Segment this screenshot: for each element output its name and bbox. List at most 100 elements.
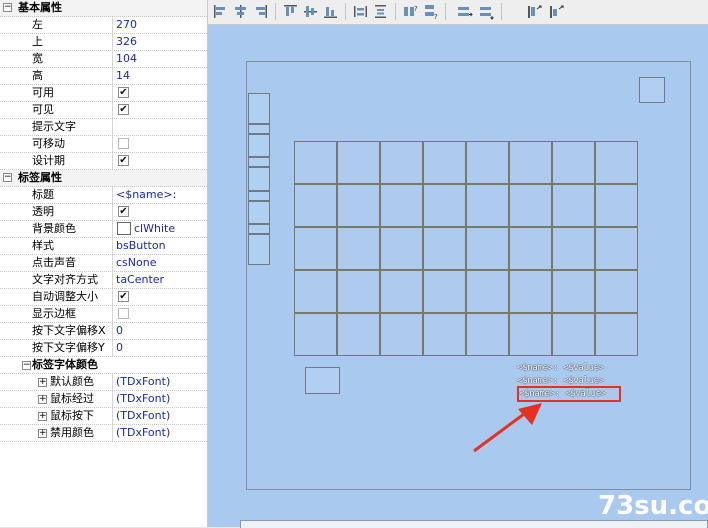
property-row[interactable]: + 禁用颜色 (TDxFont)	[0, 425, 207, 442]
checkbox[interactable]: ✔	[118, 103, 129, 115]
grid-cell[interactable]	[595, 313, 638, 356]
grid-cell[interactable]	[509, 227, 552, 270]
property-row[interactable]: 可移动	[0, 136, 207, 153]
align-top-icon[interactable]	[282, 3, 299, 20]
property-value[interactable]: ✔	[114, 289, 207, 305]
property-row[interactable]: 文字对齐方式 taCenter	[0, 272, 207, 289]
panel-left-8[interactable]	[248, 224, 270, 234]
grid-cell[interactable]	[509, 184, 552, 227]
grid-cell[interactable]	[466, 313, 509, 356]
property-value[interactable]	[114, 119, 207, 135]
property-value[interactable]: 0	[114, 323, 207, 339]
checkbox[interactable]	[118, 307, 129, 319]
property-row[interactable]: 背景颜色 clWhite	[0, 221, 207, 238]
grid-cell[interactable]	[380, 141, 423, 184]
grid-cell[interactable]	[380, 270, 423, 313]
panel-left-5[interactable]	[248, 167, 270, 191]
grid-cell[interactable]	[380, 313, 423, 356]
align-middle-v-icon[interactable]	[302, 3, 319, 20]
grid-cell[interactable]	[466, 270, 509, 313]
space-equal-v-icon[interactable]	[372, 3, 389, 20]
checkbox[interactable]: ✔	[118, 86, 129, 98]
property-value[interactable]	[114, 306, 207, 322]
property-value[interactable]: 326	[114, 34, 207, 50]
property-row[interactable]: 宽 104	[0, 51, 207, 68]
property-value[interactable]: ✔	[114, 85, 207, 101]
property-row[interactable]: + 鼠标经过 (TDxFont)	[0, 391, 207, 408]
property-value[interactable]: ✔	[114, 153, 207, 169]
property-value[interactable]: (TDxFont)	[114, 425, 207, 441]
grid-cell[interactable]	[595, 270, 638, 313]
grid-cell[interactable]	[423, 141, 466, 184]
property-value[interactable]: clWhite	[114, 221, 207, 237]
property-value[interactable]: 14	[114, 68, 207, 84]
align-right-icon[interactable]	[252, 3, 269, 20]
grid-cell[interactable]	[294, 184, 337, 227]
design-canvas[interactable]: <$name>: <$value> <$name>: <$value> <$na…	[208, 25, 708, 528]
grid-cell[interactable]	[337, 313, 380, 356]
align-center-h-icon[interactable]	[232, 3, 249, 20]
grid-cell[interactable]	[294, 227, 337, 270]
property-value[interactable]: 0	[114, 340, 207, 356]
grid-cell[interactable]	[466, 141, 509, 184]
same-height-icon[interactable]	[478, 3, 495, 20]
checkbox[interactable]: ✔	[118, 205, 129, 217]
align-left-icon[interactable]	[212, 3, 229, 20]
property-row[interactable]: 标题 <$name>:	[0, 187, 207, 204]
grid-cell[interactable]	[552, 313, 595, 356]
property-value[interactable]: bsButton	[114, 238, 207, 254]
send-back-icon[interactable]	[548, 3, 565, 20]
grid-cell[interactable]	[595, 141, 638, 184]
panel-left-7[interactable]	[248, 201, 270, 224]
property-value[interactable]: csNone	[114, 255, 207, 271]
space-equal-h-icon[interactable]	[352, 3, 369, 20]
category-label-properties[interactable]: − 标签属性	[0, 170, 207, 187]
grid-cell[interactable]	[294, 270, 337, 313]
property-value[interactable]	[114, 136, 207, 152]
property-row[interactable]: 高 14	[0, 68, 207, 85]
grid-cell[interactable]	[552, 141, 595, 184]
property-row[interactable]: 提示文字	[0, 119, 207, 136]
property-row[interactable]: 按下文字偏移Y 0	[0, 340, 207, 357]
property-value[interactable]: taCenter	[114, 272, 207, 288]
grid-cell[interactable]	[466, 227, 509, 270]
category-basic-properties[interactable]: − 基本属性	[0, 0, 207, 17]
color-swatch[interactable]	[117, 221, 131, 235]
property-row[interactable]: 透明 ✔	[0, 204, 207, 221]
property-row[interactable]: 显示边框	[0, 306, 207, 323]
grid-cell[interactable]	[552, 184, 595, 227]
property-row[interactable]: 样式 bsButton	[0, 238, 207, 255]
grid-cell[interactable]	[552, 270, 595, 313]
subcategory-font-color[interactable]: − 标签字体颜色	[0, 357, 207, 374]
grid-cell[interactable]	[380, 227, 423, 270]
panel-left-6[interactable]	[248, 191, 270, 201]
property-value[interactable]: <$name>:	[114, 187, 207, 203]
property-row[interactable]: 设计期 ✔	[0, 153, 207, 170]
property-value[interactable]: (TDxFont)	[114, 391, 207, 407]
panel-left-4[interactable]	[248, 157, 270, 167]
property-row[interactable]: 自动调整大小 ✔	[0, 289, 207, 306]
property-row[interactable]: 可见 ✔	[0, 102, 207, 119]
property-value[interactable]: 104	[114, 51, 207, 67]
property-row[interactable]: + 默认颜色 (TDxFont)	[0, 374, 207, 391]
property-row[interactable]: 上 326	[0, 34, 207, 51]
space-inc-v-icon[interactable]: ?	[422, 3, 439, 20]
checkbox[interactable]	[118, 137, 129, 149]
property-value[interactable]: ✔	[114, 204, 207, 220]
grid-cell[interactable]	[595, 227, 638, 270]
grid-cell[interactable]	[423, 313, 466, 356]
panel-left-9[interactable]	[248, 234, 270, 265]
grid-cell[interactable]	[466, 184, 509, 227]
space-inc-h-icon[interactable]: ?	[402, 3, 419, 20]
panel-left-1[interactable]	[248, 93, 270, 124]
property-value[interactable]: (TDxFont)	[114, 374, 207, 390]
grid-cell[interactable]	[337, 141, 380, 184]
same-width-icon[interactable]	[456, 3, 473, 20]
grid-cell[interactable]	[423, 184, 466, 227]
name-value-label-1[interactable]: <$name>: <$value>	[517, 362, 604, 374]
property-row[interactable]: 可用 ✔	[0, 85, 207, 102]
grid-cell[interactable]	[337, 270, 380, 313]
panel-left-3[interactable]	[248, 134, 270, 157]
grid-cell[interactable]	[552, 227, 595, 270]
grid-cell[interactable]	[380, 184, 423, 227]
